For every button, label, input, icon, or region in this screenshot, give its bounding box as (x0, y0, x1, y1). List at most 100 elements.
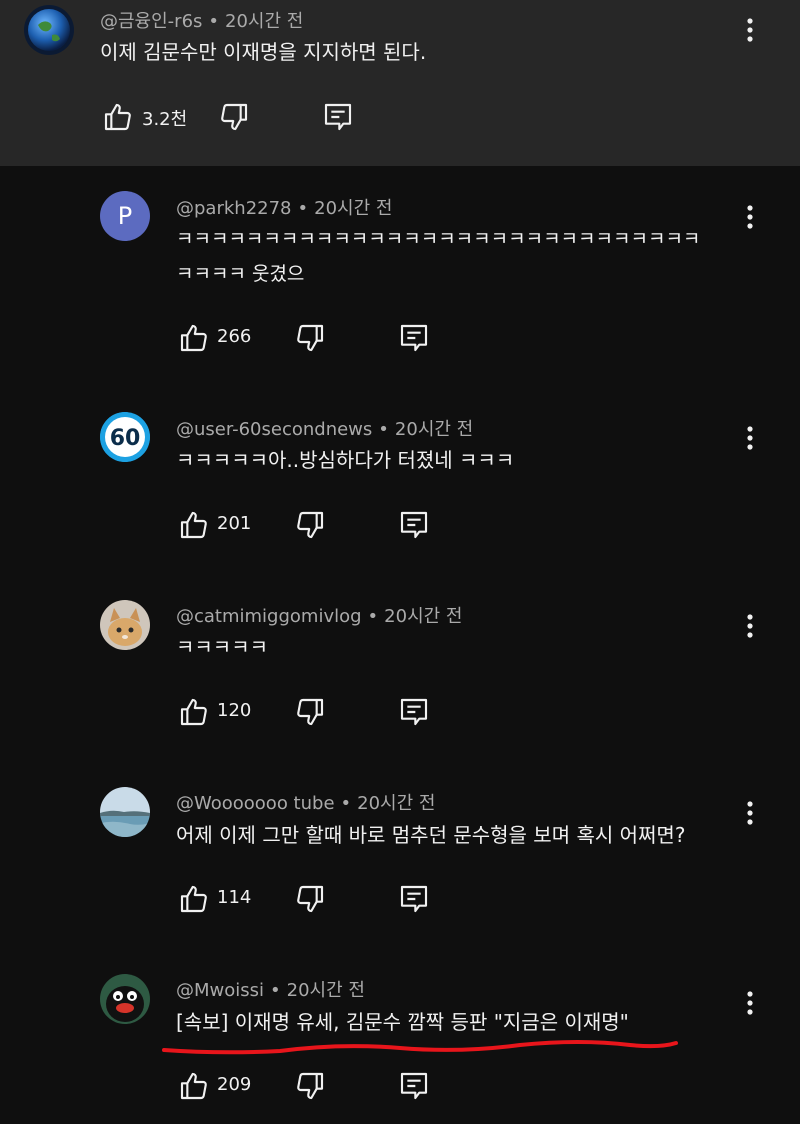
more-vert-icon (747, 801, 753, 825)
more-vert-icon (747, 426, 753, 450)
dislike-button[interactable] (292, 694, 328, 730)
avatar[interactable] (100, 787, 150, 837)
thumbs-up-icon (180, 698, 207, 726)
reply-button[interactable] (396, 320, 432, 356)
cat-avatar-image (100, 600, 150, 650)
like-button[interactable] (176, 1068, 212, 1104)
red-underline-annotation (162, 1040, 678, 1055)
comment-meta: @catmimiggomivlog • 20시간 전 (176, 602, 462, 628)
dislike-button[interactable] (292, 320, 328, 356)
more-options-button[interactable] (736, 985, 764, 1021)
like-button[interactable] (100, 99, 136, 135)
thumbs-down-icon (297, 511, 324, 539)
more-vert-icon (747, 991, 753, 1015)
reply-icon (324, 103, 352, 131)
like-count: 201 (217, 513, 252, 534)
like-button[interactable] (176, 320, 212, 356)
more-vert-icon (747, 614, 753, 638)
reply-button[interactable] (396, 694, 432, 730)
separator-dot: • (340, 793, 352, 814)
separator-dot: • (367, 606, 379, 627)
comment-actions: 120 (176, 694, 476, 734)
comment-author[interactable]: @Mwoissi (176, 980, 264, 1001)
comment-author[interactable]: @parkh2278 (176, 198, 292, 219)
avatar[interactable]: P (100, 191, 150, 241)
penguin-avatar-image (100, 974, 150, 1024)
comment-actions: 266 (176, 320, 476, 360)
more-options-button[interactable] (736, 12, 764, 48)
comment-time[interactable]: 20시간 전 (225, 11, 303, 32)
thumbs-down-icon (297, 698, 324, 726)
comment-line: 이제 김문수만 이재명을 지지하면 된다. (100, 40, 427, 64)
thumbs-down-icon (297, 324, 324, 352)
comment-line: ㅋㅋㅋㅋㅋ아..방심하다가 터졌네 ㅋㅋㅋ (176, 448, 515, 472)
thumbs-down-icon (297, 885, 324, 913)
comment-author[interactable]: @user-60secondnews (176, 419, 372, 440)
comment-line: 어제 이제 그만 할때 바로 멈추던 문수형을 보며 혹시 어쩌면? (176, 823, 686, 847)
dislike-button[interactable] (292, 1068, 328, 1104)
comment-time[interactable]: 20시간 전 (384, 606, 462, 627)
separator-dot: • (208, 11, 220, 32)
reply-button[interactable] (396, 507, 432, 543)
comment-time[interactable]: 20시간 전 (357, 793, 435, 814)
reply-button[interactable] (320, 99, 356, 135)
avatar-text: 60 (110, 426, 141, 451)
more-options-button[interactable] (736, 795, 764, 831)
seascape-avatar-image (100, 787, 150, 837)
thumbs-up-icon (180, 324, 207, 352)
reply-button[interactable] (396, 881, 432, 917)
comment-actions: 209 (176, 1068, 476, 1108)
separator-dot: • (270, 980, 281, 1001)
globe-avatar-image (24, 5, 74, 55)
thumbs-up-icon (180, 1072, 207, 1100)
like-count: 266 (217, 326, 252, 347)
comment-time[interactable]: 20시간 전 (314, 198, 392, 219)
thumbs-down-icon (297, 1072, 324, 1100)
thumbs-down-icon (221, 103, 248, 131)
comment-author[interactable]: @금융인-r6s (100, 11, 202, 32)
reply-button[interactable] (396, 1068, 432, 1104)
like-button[interactable] (176, 881, 212, 917)
like-button[interactable] (176, 694, 212, 730)
thumbs-up-icon (104, 103, 131, 131)
sixty-avatar-image: 60 (100, 412, 150, 462)
more-options-button[interactable] (736, 608, 764, 644)
like-button[interactable] (176, 507, 212, 543)
comment-text: ㅋㅋㅋㅋㅋ아..방심하다가 터졌네 ㅋㅋㅋ (176, 443, 514, 478)
reply-icon (400, 1072, 428, 1100)
comment-actions: 201 (176, 507, 476, 547)
more-vert-icon (747, 205, 753, 229)
thumbs-up-icon (180, 511, 207, 539)
comment-meta: @user-60secondnews • 20시간 전 (176, 415, 473, 441)
avatar[interactable] (24, 5, 74, 55)
like-count: 120 (217, 700, 252, 721)
avatar[interactable] (100, 600, 150, 650)
like-count: 209 (217, 1074, 252, 1095)
separator-dot: • (297, 198, 309, 219)
comment-line: ㅋㅋㅋㅋ 웃겼으 (176, 263, 305, 285)
avatar[interactable] (100, 974, 150, 1024)
more-options-button[interactable] (736, 420, 764, 456)
comment-author[interactable]: @Wooooooo tube (176, 793, 335, 814)
comment-meta: @parkh2278 • 20시간 전 (176, 194, 392, 220)
comment-meta: @Wooooooo tube • 20시간 전 (176, 789, 435, 815)
dislike-button[interactable] (292, 507, 328, 543)
comment-author[interactable]: @catmimiggomivlog (176, 606, 362, 627)
comment-text: 이제 김문수만 이재명을 지지하면 된다. (100, 35, 426, 70)
avatar[interactable]: 60 (100, 412, 150, 462)
comment-time[interactable]: 20시간 전 (395, 419, 473, 440)
comment-text: ㅋㅋㅋㅋㅋ (176, 630, 268, 665)
reply-icon (400, 698, 428, 726)
avatar-letter: P (117, 202, 133, 230)
dislike-button[interactable] (216, 99, 252, 135)
comment-meta: @금융인-r6s • 20시간 전 (100, 7, 303, 33)
thumbs-up-icon (180, 885, 207, 913)
more-options-button[interactable] (736, 199, 764, 235)
separator-dot: • (378, 419, 389, 440)
comment-actions: 114 (176, 881, 476, 921)
comment-time[interactable]: 20시간 전 (287, 980, 365, 1001)
comment-actions: 3.2천 (100, 99, 400, 139)
comment-line: ㅋㅋㅋㅋㅋ (176, 635, 268, 659)
dislike-button[interactable] (292, 881, 328, 917)
reply-icon (400, 885, 428, 913)
